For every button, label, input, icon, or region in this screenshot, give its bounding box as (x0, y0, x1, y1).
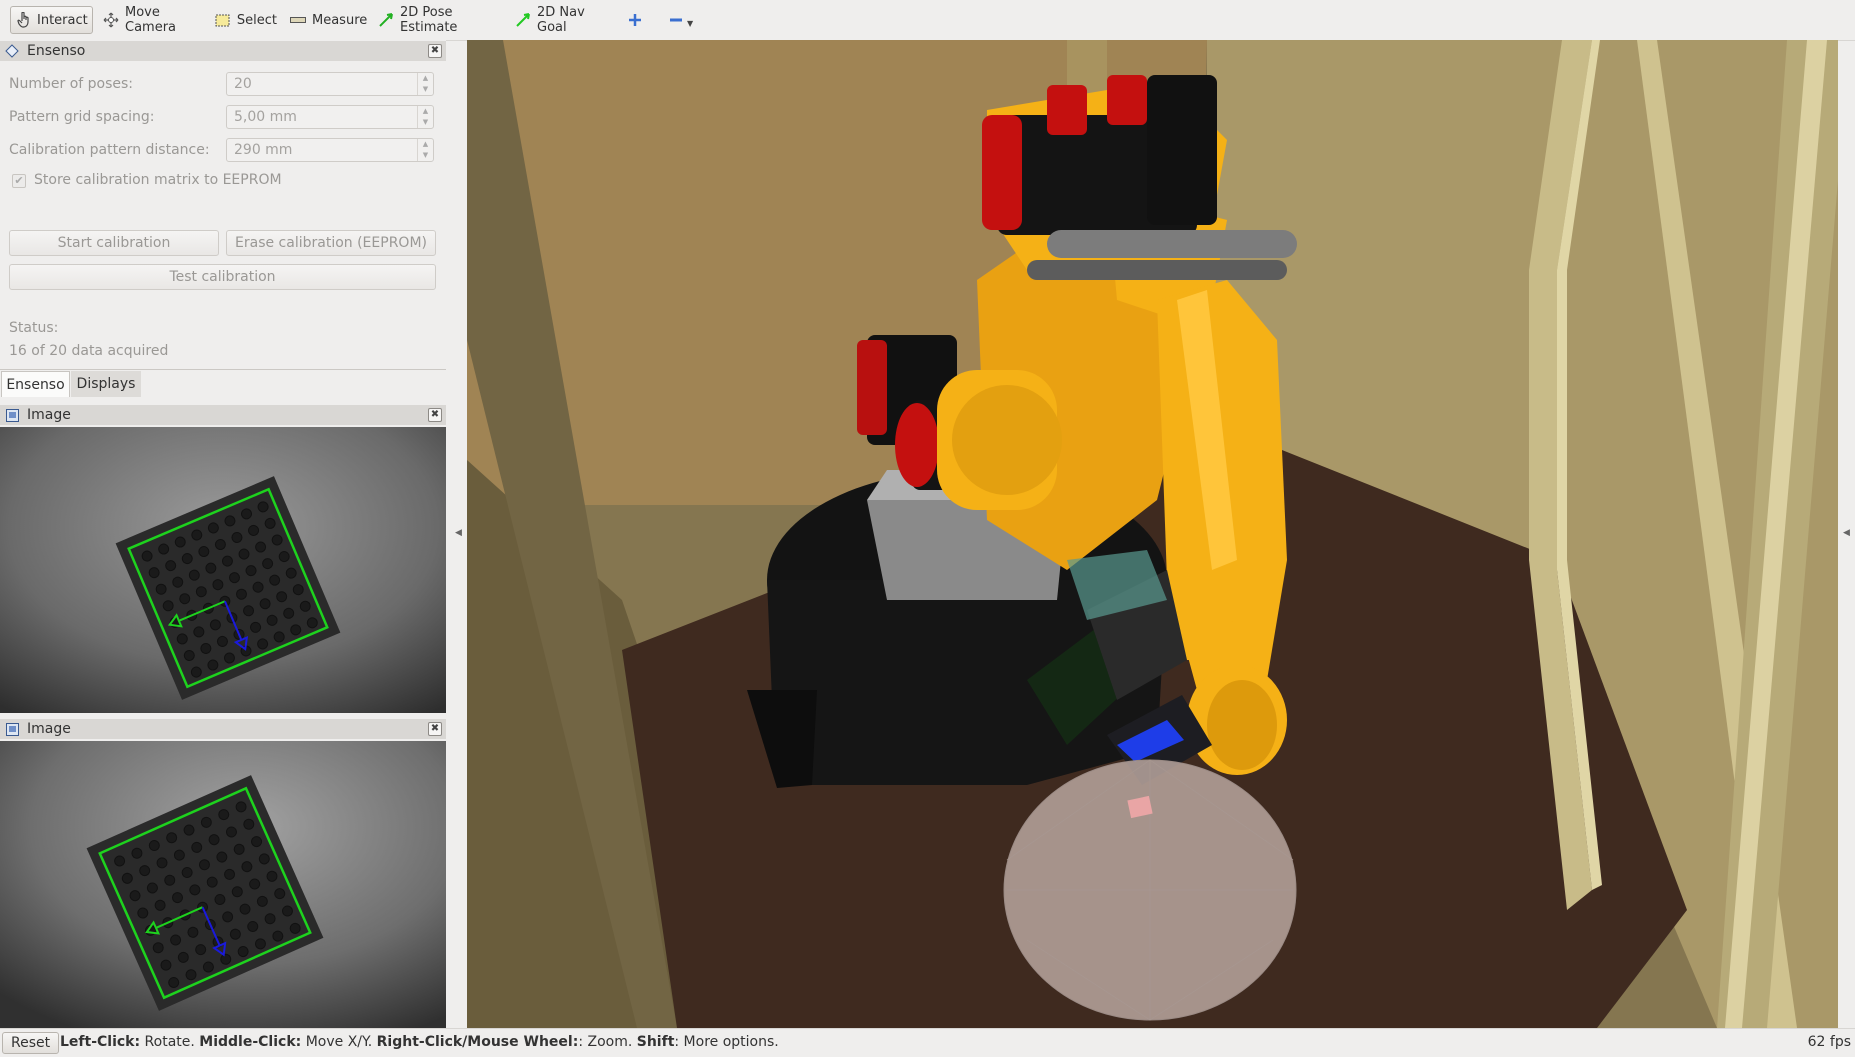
close-icon: ✖ (430, 723, 440, 734)
status-label: Status: (9, 320, 59, 336)
hint-bold-1: Middle-Click: (199, 1034, 302, 1050)
collapse-left-dock-handle[interactable]: ◀ (455, 528, 462, 538)
hint-text-1: Move X/Y. (301, 1034, 377, 1050)
select-tool-button[interactable]: Select (209, 6, 283, 34)
remove-tool-dropdown[interactable]: ▼ (663, 6, 699, 34)
hint-bold-2: Right-Click/Mouse Wheel: (376, 1034, 579, 1050)
pattern-grid-spacing-value: 5,00 mm (234, 109, 297, 125)
image-panel-1-title: Image (27, 407, 71, 423)
hint-text-2: : Zoom. (578, 1034, 637, 1050)
image-icon (5, 408, 19, 422)
divider (0, 369, 446, 370)
move-camera-icon (103, 12, 119, 28)
image-icon (5, 722, 19, 736)
measure-label: Measure (312, 12, 368, 28)
chevron-down-icon: ▼ (687, 18, 694, 28)
calibration-pattern-distance-spinbox[interactable]: 290 mm ▲ ▼ (226, 138, 434, 162)
tab-displays[interactable]: Displays (71, 371, 141, 397)
measure-tool-button[interactable]: Measure (284, 6, 368, 34)
pattern-grid-spacing-spinbox[interactable]: 5,00 mm ▲ ▼ (226, 105, 434, 129)
move-camera-label: Move Camera (125, 5, 177, 35)
camera-image-view-1[interactable] (0, 427, 446, 713)
close-image-panel-1-button[interactable]: ✖ (428, 408, 442, 422)
close-icon: ✖ (430, 409, 440, 420)
green-arrow-icon (515, 12, 531, 28)
number-of-poses-label: Number of poses: (9, 76, 134, 92)
spin-arrows-icon[interactable]: ▲ ▼ (417, 73, 433, 95)
hint-bold-0: Left-Click: (60, 1034, 141, 1050)
spin-arrows-icon[interactable]: ▲ ▼ (417, 139, 433, 161)
main-toolbar: Interact Move Camera Select Measure 2D P… (0, 0, 1855, 41)
hand-pointer-icon (17, 12, 31, 28)
image-panel-2-titlebar: Image ✖ (0, 719, 446, 739)
interact-label: Interact (37, 12, 88, 28)
select-rectangle-icon (215, 12, 231, 28)
diamond-icon (5, 44, 19, 58)
nav-goal-label: 2D Nav Goal (537, 5, 585, 35)
pattern-grid-spacing-label: Pattern grid spacing: (9, 109, 155, 125)
hint-text-0: Rotate. (140, 1034, 200, 1050)
test-calibration-button[interactable]: Test calibration (9, 264, 436, 290)
camera-image-view-2[interactable] (0, 741, 446, 1028)
close-ensenso-panel-button[interactable]: ✖ (428, 44, 442, 58)
ruler-icon (290, 12, 306, 28)
select-label: Select (236, 12, 277, 28)
tab-ensenso[interactable]: Ensenso (1, 371, 70, 397)
3d-render-viewport[interactable] (467, 40, 1838, 1028)
calibration-pattern-distance-label: Calibration pattern distance: (9, 142, 210, 158)
target-sphere (1003, 759, 1297, 1021)
ensenso-panel-titlebar: Ensenso ✖ (0, 41, 446, 61)
status-bar: Reset Left-Click: Rotate. Middle-Click: … (0, 1028, 1855, 1057)
mouse-hint-text: Left-Click: Rotate. Middle-Click: Move X… (60, 1034, 779, 1050)
close-image-panel-2-button[interactable]: ✖ (428, 722, 442, 736)
close-icon: ✖ (430, 45, 440, 56)
move-camera-tool-button[interactable]: Move Camera (97, 5, 201, 35)
ensenso-panel-title: Ensenso (27, 43, 86, 59)
hint-bold-3: Shift (636, 1034, 675, 1050)
hint-text-3: : More options. (674, 1034, 779, 1050)
status-value: 16 of 20 data acquired (9, 343, 169, 359)
fps-counter: 62 fps (1807, 1034, 1851, 1050)
nav-goal-tool-button[interactable]: 2D Nav Goal (509, 5, 609, 35)
left-dock-panel: Ensenso ✖ Number of poses: 20 ▲ ▼ Pattern… (0, 40, 446, 1028)
store-eeprom-label: Store calibration matrix to EEPROM (34, 172, 282, 188)
image-panel-2-title: Image (27, 721, 71, 737)
interact-tool-button[interactable]: Interact (10, 6, 93, 34)
pose-estimate-label: 2D Pose Estimate (400, 5, 458, 35)
calibration-pattern-distance-value: 290 mm (234, 142, 293, 158)
number-of-poses-spinbox[interactable]: 20 ▲ ▼ (226, 72, 434, 96)
store-eeprom-checkbox[interactable]: ✔ (12, 174, 26, 188)
pose-estimate-tool-button[interactable]: 2D Pose Estimate (372, 5, 500, 35)
erase-calibration-button[interactable]: Erase calibration (EEPROM) (226, 230, 436, 256)
collapse-right-dock-handle[interactable]: ◀ (1843, 528, 1850, 538)
reset-view-button[interactable]: Reset (2, 1032, 60, 1054)
plus-icon (628, 12, 642, 28)
image-panel-1-titlebar: Image ✖ (0, 405, 446, 425)
start-calibration-button[interactable]: Start calibration (9, 230, 219, 256)
number-of-poses-value: 20 (234, 76, 252, 92)
spin-arrows-icon[interactable]: ▲ ▼ (417, 106, 433, 128)
add-tool-button[interactable] (622, 6, 648, 34)
green-arrow-icon (378, 12, 394, 28)
minus-icon (669, 12, 683, 28)
